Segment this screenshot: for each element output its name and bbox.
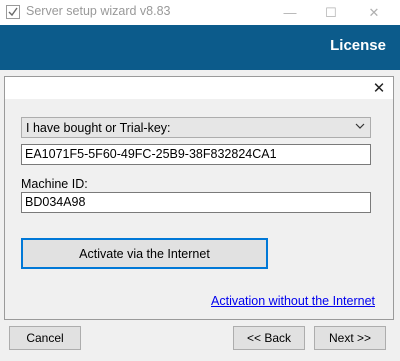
window-title: Server setup wizard v8.83	[26, 4, 171, 18]
license-type-selected: I have bought or Trial-key:	[26, 121, 171, 135]
dialog-close-button[interactable]: ✕	[370, 79, 388, 97]
window-titlebar: Server setup wizard v8.83 — ☐ ✕	[0, 0, 400, 25]
chevron-down-icon	[355, 123, 365, 129]
maximize-button[interactable]: ☐	[309, 0, 353, 25]
page-title: License	[330, 37, 386, 54]
cancel-button[interactable]: Cancel	[9, 326, 81, 350]
next-button[interactable]: Next >>	[314, 326, 386, 350]
app-icon	[6, 5, 20, 19]
license-type-dropdown[interactable]: I have bought or Trial-key:	[21, 117, 371, 138]
machine-id-label: Machine ID:	[21, 177, 88, 191]
dialog-titlebar: ✕	[5, 77, 393, 99]
license-dialog: ✕ I have bought or Trial-key: EA1071F5-5…	[4, 76, 394, 320]
minimize-icon: —	[283, 5, 297, 20]
activate-online-button[interactable]: Activate via the Internet	[21, 238, 268, 269]
header-band: License	[0, 25, 400, 70]
minimize-button[interactable]: —	[268, 0, 312, 25]
back-button[interactable]: << Back	[233, 326, 305, 350]
maximize-icon: ☐	[325, 4, 337, 20]
close-icon: ✕	[368, 4, 380, 20]
close-icon: ✕	[372, 80, 386, 97]
machine-id-field[interactable]: BD034A98	[21, 192, 371, 213]
activate-offline-link[interactable]: Activation without the Internet	[211, 294, 375, 308]
license-key-field[interactable]: EA1071F5-5F60-49FC-25B9-38F832824CA1	[21, 144, 371, 165]
window-close-button[interactable]: ✕	[352, 0, 396, 25]
